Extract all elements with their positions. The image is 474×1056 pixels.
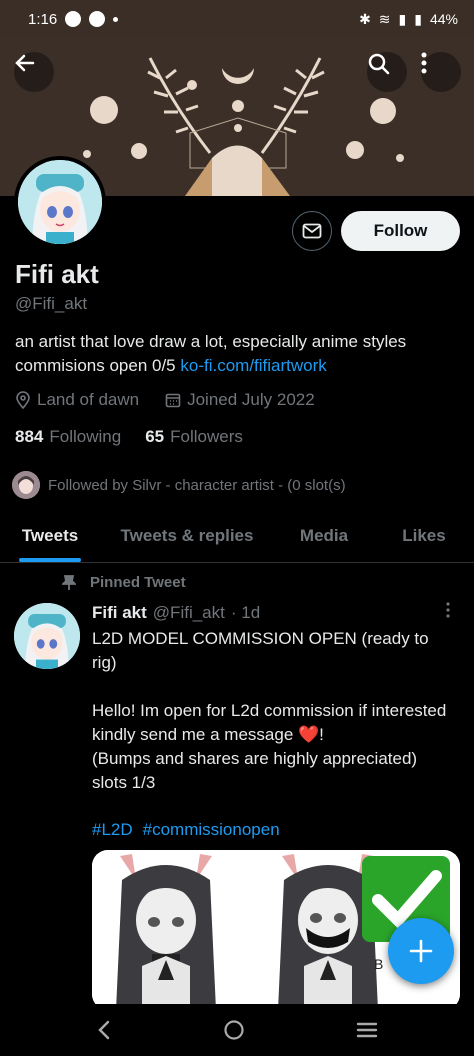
avatar-illustration (18, 160, 102, 244)
bio-line-1: an artist that love draw a lot, especial… (15, 332, 407, 351)
status-time: 1:16 (28, 10, 58, 28)
avatar-illustration (14, 603, 80, 669)
follow-button[interactable]: Follow (341, 211, 460, 251)
tweet-author-name[interactable]: Fifi akt (92, 603, 147, 623)
profile-tabs: Tweets Tweets & replies Media Likes (0, 510, 474, 563)
more-options-button[interactable] (421, 52, 461, 92)
tab-tweets[interactable]: Tweets (0, 510, 100, 562)
tweet-author-handle: @Fifi_akt (152, 603, 225, 622)
follow-counts: 884 Following 65 Followers (15, 427, 243, 447)
profile-name: Fifi akt (15, 259, 99, 289)
pin-icon (62, 574, 76, 590)
more-vertical-icon (421, 52, 427, 74)
notification-icon (89, 11, 106, 27)
tweet-hashtags: #L2D #commissionopen (92, 820, 280, 840)
messenger-icon (65, 11, 82, 27)
followed-by[interactable]: Followed by Silvr - character artist - (… (12, 471, 346, 499)
message-button[interactable] (292, 211, 332, 251)
hashtag-commissionopen[interactable]: #commissionopen (143, 820, 280, 840)
following-count[interactable]: 884 (15, 427, 43, 447)
signal-icon: ▮ (398, 10, 407, 27)
bio-commissions: commisions open 0/5 (15, 356, 176, 375)
tweet-header: Fifi akt @Fifi_akt · 1d (92, 603, 260, 623)
location-pin-icon (16, 391, 30, 409)
profile-bio: an artist that love draw a lot, especial… (15, 330, 465, 378)
nav-back-icon[interactable] (96, 1020, 112, 1040)
back-arrow-icon (15, 54, 35, 72)
follower-avatar-illustration (12, 471, 40, 499)
hashtag-l2d[interactable]: #L2D (92, 820, 133, 840)
followers-count[interactable]: 65 (145, 427, 164, 447)
bio-line-2: commisions open 0/5 ko-fi.com/fifiartwor… (15, 354, 465, 378)
plus-icon (409, 939, 433, 963)
back-button[interactable] (14, 52, 54, 92)
profile-location: Land of dawn (37, 390, 140, 409)
compose-tweet-button[interactable] (388, 918, 454, 984)
system-navigation-bar (0, 1004, 474, 1056)
more-vertical-icon (446, 602, 450, 618)
follower-avatar (12, 471, 40, 499)
following-label[interactable]: Following (49, 427, 121, 447)
nav-recents-icon[interactable] (356, 1021, 378, 1039)
tweet-more-button[interactable] (446, 602, 450, 623)
search-icon (368, 53, 390, 75)
mail-icon (302, 223, 322, 239)
tweet-text: L2D MODEL COMMISSION OPEN (ready to rig)… (92, 629, 447, 792)
tweet-author-avatar[interactable] (14, 603, 80, 669)
battery-percent: 44% (429, 11, 458, 27)
status-bar: 1:16 ✱ ≋ ▮ ▮ 44% (0, 0, 474, 38)
tweet-time: · 1d (230, 603, 261, 622)
tab-likes[interactable]: Likes (374, 510, 474, 562)
bluetooth-icon: ✱ (359, 10, 371, 27)
followers-label[interactable]: Followers (170, 427, 243, 447)
battery-icon: ▮ (414, 10, 422, 27)
pinned-indicator: Pinned Tweet (62, 574, 186, 591)
profile-meta: Land of dawn Joined July 2022 (15, 390, 315, 410)
calendar-icon (165, 393, 181, 408)
wifi-icon: ≋ (378, 10, 391, 27)
search-button[interactable] (367, 52, 407, 92)
media-overlay-text: B (374, 956, 384, 972)
tab-media[interactable]: Media (274, 510, 374, 562)
profile-joined: Joined July 2022 (187, 390, 315, 409)
tab-tweets-replies[interactable]: Tweets & replies (100, 510, 274, 562)
followed-by-text: Followed by Silvr - character artist - (… (48, 476, 346, 494)
profile-handle: @Fifi_akt (15, 294, 88, 313)
nav-home-icon[interactable] (223, 1019, 245, 1041)
profile-avatar[interactable] (14, 156, 106, 248)
bio-link[interactable]: ko-fi.com/fifiartwork (180, 356, 326, 375)
pinned-label: Pinned Tweet (90, 574, 186, 591)
more-notifications-icon (113, 16, 119, 22)
